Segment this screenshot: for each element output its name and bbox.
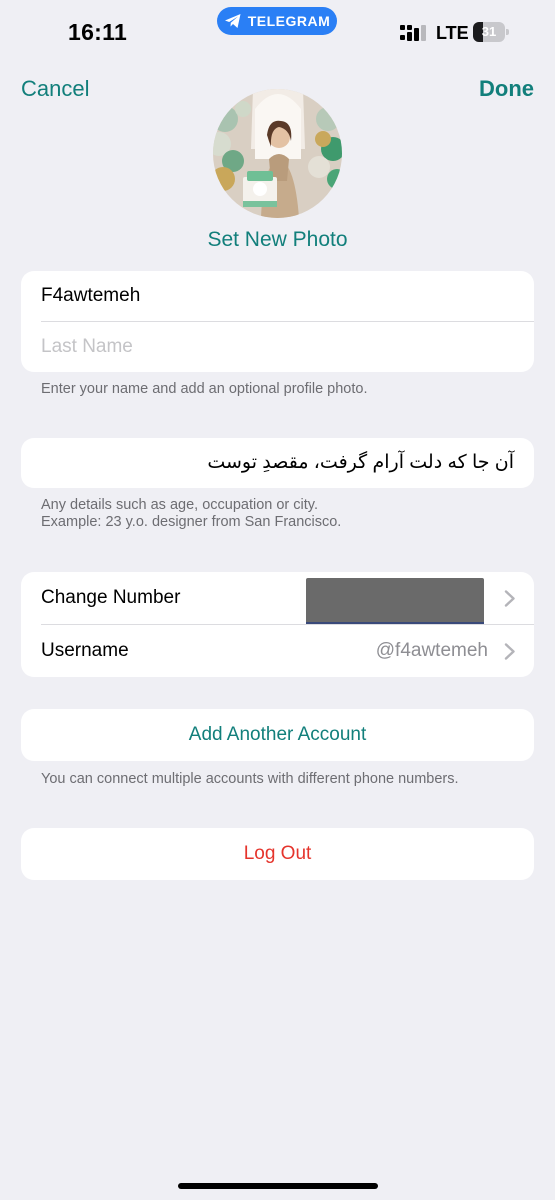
- chevron-right-icon: [504, 590, 515, 607]
- telegram-pill-label: TELEGRAM: [247, 13, 331, 29]
- logout-card: Log Out: [21, 828, 534, 880]
- bio-footnote: Any details such as age, occupation or c…: [41, 497, 341, 531]
- bio-footnote-line1: Any details such as age, occupation or c…: [41, 497, 318, 513]
- bio-card: آن جا که دلت آرام گرفت، مقصدِ توست: [21, 438, 534, 488]
- telegram-icon: [224, 13, 242, 29]
- name-card: F4awtemeh Last Name: [21, 271, 534, 372]
- add-account-footnote: You can connect multiple accounts with d…: [41, 771, 459, 787]
- set-new-photo-button[interactable]: Set New Photo: [0, 228, 555, 252]
- bio-footnote-line2: Example: 23 y.o. designer from San Franc…: [41, 514, 342, 530]
- chevron-right-icon: [504, 643, 515, 660]
- add-another-account-button[interactable]: Add Another Account: [21, 709, 534, 761]
- log-out-button[interactable]: Log Out: [21, 828, 534, 880]
- status-bar: 16:11 TELEGRAM LTE 31: [0, 0, 555, 64]
- cellular-signal-icon: [400, 25, 430, 43]
- account-card: Change Number Username @f4awtemeh: [21, 572, 534, 677]
- username-row[interactable]: Username @f4awtemeh: [21, 625, 534, 677]
- username-label: Username: [41, 640, 129, 661]
- status-time: 16:11: [68, 19, 128, 45]
- last-name-field[interactable]: Last Name: [21, 322, 534, 372]
- battery-level: 31: [481, 24, 497, 39]
- redacted-phone-number: [306, 578, 484, 624]
- bio-field[interactable]: آن جا که دلت آرام گرفت، مقصدِ توست: [21, 438, 534, 488]
- change-number-row[interactable]: Change Number: [21, 572, 534, 624]
- add-account-card: Add Another Account: [21, 709, 534, 761]
- network-type: LTE: [436, 23, 469, 43]
- battery-icon: 31: [473, 22, 509, 42]
- cancel-button[interactable]: Cancel: [21, 76, 89, 102]
- profile-avatar[interactable]: [213, 89, 342, 218]
- first-name-field[interactable]: F4awtemeh: [21, 271, 534, 321]
- change-number-label: Change Number: [41, 587, 181, 608]
- done-button[interactable]: Done: [479, 76, 534, 102]
- username-value: @f4awtemeh: [375, 640, 488, 661]
- home-indicator[interactable]: [178, 1183, 378, 1189]
- name-footnote: Enter your name and add an optional prof…: [41, 381, 368, 397]
- telegram-live-activity[interactable]: TELEGRAM: [217, 7, 337, 35]
- redaction-edge: [306, 622, 484, 624]
